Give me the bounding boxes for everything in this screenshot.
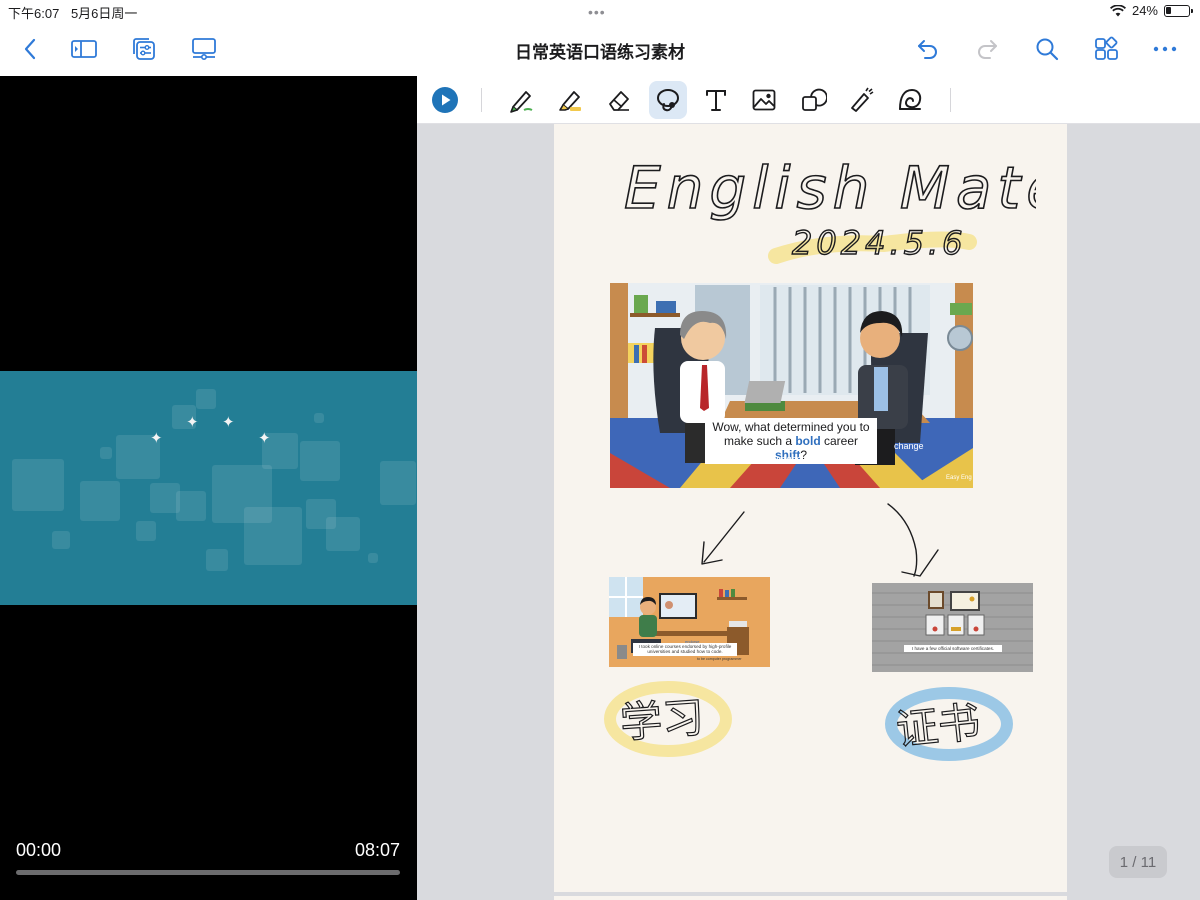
certificates-caption: I have a few official software certifica… (904, 645, 1002, 653)
status-bar: 下午6:07 5月6日周一 ••• 24% (0, 0, 1200, 22)
study-sublabel: to be computer programmer (697, 657, 742, 661)
eraser-icon (609, 91, 629, 111)
laser-pointer-icon (851, 87, 874, 112)
grid-view-button[interactable] (1089, 32, 1125, 66)
nav-bar: 日常英语口语练习素材 (0, 24, 1200, 74)
shapes-icon (802, 88, 827, 111)
sparkle-icon: ✦ (150, 430, 163, 447)
toolbar-separator (950, 88, 951, 112)
sparkle-icon: ✦ (258, 430, 271, 447)
handwritten-right: 证书 (893, 697, 983, 756)
laser-pointer-tool[interactable] (842, 81, 880, 119)
status-time: 下午6:07 (8, 6, 60, 21)
play-button[interactable] (426, 81, 464, 119)
next-page-edge[interactable] (554, 896, 1067, 900)
vocab-label: courageous (764, 454, 812, 464)
handwritten-title-text: English Material (624, 154, 1036, 222)
study-caption: I took online courses endorsed by high-p… (633, 643, 737, 656)
video-scrubber[interactable] (16, 870, 400, 875)
sparkle-icon: ✦ (222, 414, 235, 431)
main-scene-image[interactable]: Wow, what determined you to make such a … (610, 283, 973, 488)
arrow-right-down (887, 503, 939, 577)
current-time: 00:00 (16, 840, 62, 860)
battery-icon (1164, 4, 1193, 17)
highlighter-icon (559, 91, 581, 111)
status-right: 24% (1109, 3, 1193, 18)
text-tool[interactable] (697, 81, 735, 119)
multitasking-dots-icon[interactable]: ••• (588, 4, 606, 20)
search-icon (1036, 38, 1059, 61)
more-button[interactable] (1147, 32, 1183, 66)
handwritten-date: 2024.5.6 (791, 223, 966, 262)
shapes-tool[interactable] (794, 81, 832, 119)
redo-icon (978, 40, 997, 59)
lasso-tool[interactable] (649, 81, 687, 119)
certificates-scene-illustration (872, 583, 1033, 672)
pen-icon (510, 91, 533, 113)
handwritten-left-text: 学习 (618, 693, 705, 748)
status-date: 5月6日周一 (70, 6, 138, 21)
vocab-label: change (894, 441, 924, 451)
status-left: 下午6:07 5月6日周一 (8, 3, 145, 22)
image-icon (752, 89, 776, 111)
study-scene-image[interactable]: endorse I took online courses endorsed b… (609, 577, 770, 667)
handwritten-date-text: 2024.5.6 (792, 224, 966, 262)
toolbar-separator (481, 88, 482, 112)
video-frame[interactable]: ✦ ✦ ✦ ✦ (0, 371, 417, 605)
watermark-text: Easy Eng (946, 475, 972, 481)
lasso-icon (657, 89, 679, 112)
certificates-scene-image[interactable]: I have a few official software certifica… (872, 583, 1033, 672)
duration: 08:07 (354, 840, 400, 860)
handwritten-right-text: 证书 (894, 697, 983, 755)
handwritten-left: 学习 (618, 692, 706, 748)
sticker-tool[interactable] (891, 81, 929, 119)
caption-bold-word: bold (795, 434, 821, 448)
more-icon (1153, 46, 1177, 52)
drawing-toolbar (417, 76, 1200, 124)
grid-icon (1095, 36, 1118, 60)
battery-fill (1166, 6, 1171, 14)
arrow-left-down (701, 511, 745, 565)
note-page[interactable]: English Material 2024.5.6 (554, 124, 1067, 892)
text-icon (706, 90, 726, 111)
image-tool[interactable] (745, 81, 783, 119)
undo-icon (918, 40, 937, 59)
wifi-icon (1109, 4, 1126, 16)
sparkle-icon: ✦ (186, 414, 199, 431)
search-button[interactable] (1029, 32, 1065, 66)
pen-tool[interactable] (502, 81, 540, 119)
page-counter[interactable]: 1 / 11 (1109, 846, 1167, 878)
note-canvas[interactable]: English Material 2024.5.6 (417, 124, 1200, 900)
undo-button[interactable] (910, 32, 946, 66)
caption-text-mid: career (820, 434, 859, 448)
eraser-tool[interactable] (600, 81, 638, 119)
handwritten-title: English Material (623, 153, 1036, 223)
battery-percent: 24% (1131, 3, 1158, 18)
document-title: 日常英语口语练习素材 (515, 43, 685, 62)
play-icon (432, 87, 458, 113)
redo-button[interactable] (969, 32, 1005, 66)
sticker-icon (899, 88, 922, 110)
highlighter-tool[interactable] (551, 81, 589, 119)
video-player[interactable]: ✦ ✦ ✦ ✦ 00:00 08:07 (0, 76, 417, 900)
